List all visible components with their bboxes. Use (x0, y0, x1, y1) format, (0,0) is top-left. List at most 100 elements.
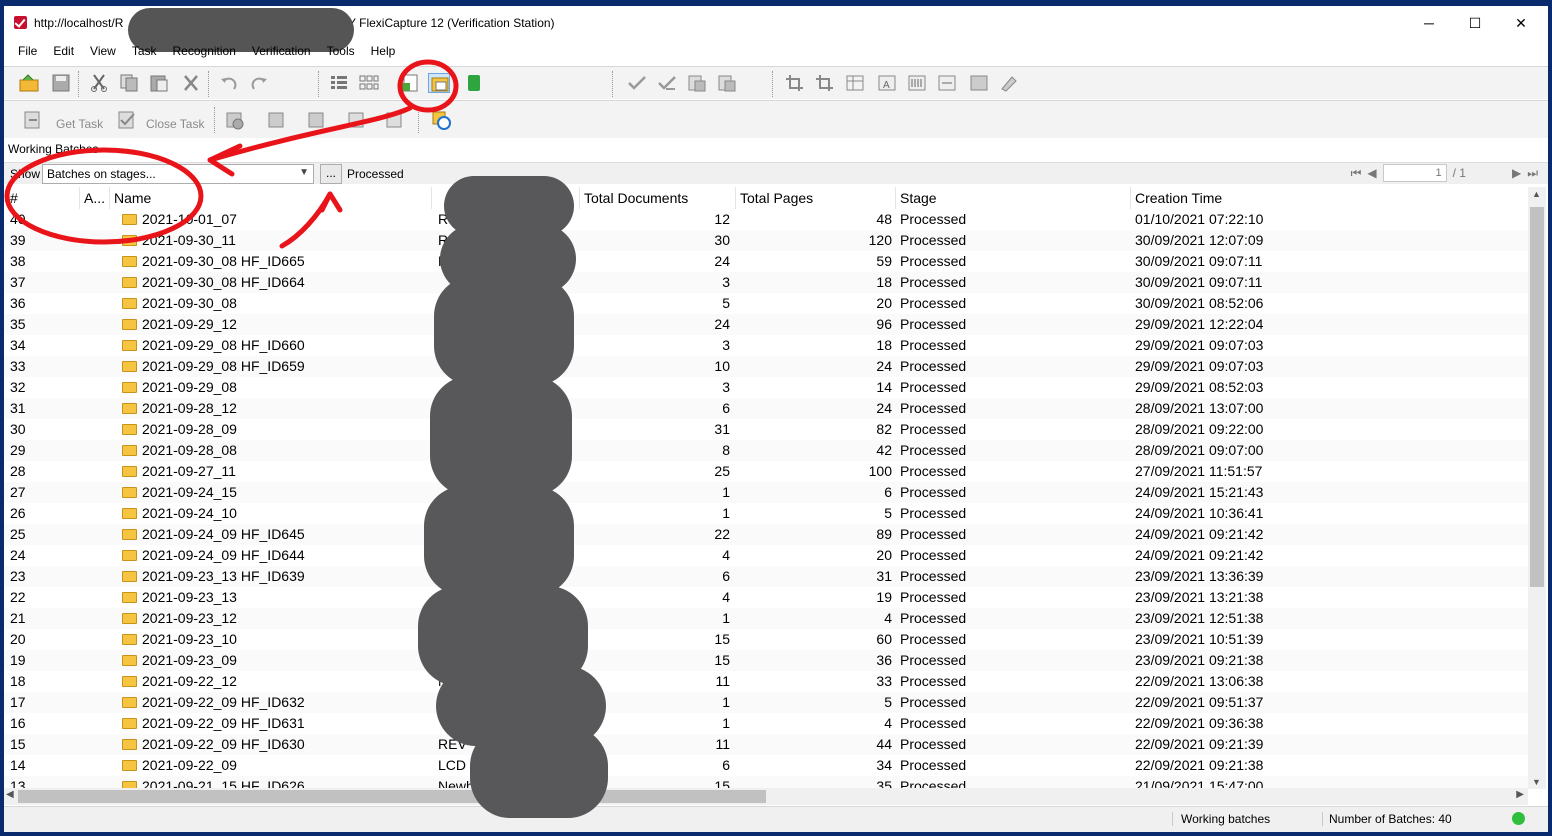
get-task-icon[interactable] (22, 110, 44, 130)
copy-icon[interactable] (118, 73, 140, 93)
scroll-up-icon[interactable]: ▲ (1532, 189, 1541, 199)
table-row[interactable]: 32 2021-09-29_08 3 14 Processed 29/09/2021 08… (4, 377, 1528, 398)
schedule-icon[interactable] (430, 110, 452, 130)
task-lock-icon[interactable] (306, 110, 328, 130)
paste-icon[interactable] (148, 73, 170, 93)
details-view-icon[interactable] (328, 73, 350, 93)
batch-name: 2021-09-23_12 (122, 608, 422, 629)
task-check-icon[interactable] (384, 110, 406, 130)
horizontal-scroll-thumb[interactable] (18, 790, 766, 803)
table-row[interactable]: 20 2021-09-23_10 15 60 Processed 23/09/2021 1… (4, 629, 1528, 650)
task-settings-icon[interactable] (224, 110, 246, 130)
batch-filter-dropdown[interactable]: Batches on stages... ▼ (42, 164, 314, 184)
scroll-left-icon[interactable]: ◀ (6, 789, 14, 800)
cut-icon[interactable] (88, 73, 110, 93)
first-page-icon[interactable]: ⏮ (1351, 166, 1362, 181)
batch-properties-icon[interactable] (428, 73, 450, 93)
table-icon[interactable] (844, 73, 866, 93)
table-row[interactable]: 302021-09-28_09nts3182Processed28/09/202… (4, 419, 1528, 440)
last-page-icon[interactable]: ⏭ (1527, 166, 1538, 181)
table-row[interactable]: 17 2021-09-22_09 HF_ID632 1 5 Processed 22/09… (4, 692, 1528, 713)
col-creation-time[interactable]: Creation Time (1131, 187, 1528, 209)
table-row[interactable]: 19 2021-09-23_09 15 36 Processed 23/09/2021 0… (4, 650, 1528, 671)
table-row[interactable]: 24 2021-09-24_09 HF_ID644 4 20 Processed 24/0… (4, 545, 1528, 566)
creation-time: 28/09/2021 09:07:00 (1135, 442, 1264, 458)
prev-page-icon[interactable]: ◀ (1367, 166, 1376, 180)
export-icon[interactable] (686, 73, 708, 93)
table-row[interactable]: 182021-09-22_12Ne1133Processed22/09/2021… (4, 671, 1528, 692)
col-number[interactable]: # (6, 187, 80, 209)
table-row[interactable]: 29 2021-09-28_08 8 42 Processed 28/09/2021 09… (4, 440, 1528, 461)
task-route-icon[interactable] (266, 110, 288, 130)
menu-edit[interactable]: Edit (45, 42, 82, 64)
creation-time: 30/09/2021 09:07:11 (1135, 274, 1263, 290)
select-stages-button[interactable]: ... (320, 164, 342, 184)
crop-icon[interactable] (784, 73, 806, 93)
row-number: 24 (10, 547, 26, 563)
close-task-button[interactable]: Close Task (146, 117, 204, 131)
picture-area-icon[interactable] (968, 73, 990, 93)
table-row[interactable]: 282021-09-27_11Rts25100Processed27/09/20… (4, 461, 1528, 482)
open-icon[interactable] (18, 73, 40, 93)
vertical-scrollbar[interactable]: ▲ ▼ (1528, 187, 1546, 789)
table-row[interactable]: 22 2021-09-23_13 4 19 Processed 23/09/2021 13… (4, 587, 1528, 608)
get-task-button[interactable]: Get Task (56, 117, 103, 131)
menu-view[interactable]: View (82, 42, 124, 64)
crop-area-icon[interactable] (814, 73, 836, 93)
menu-tools[interactable]: Tools (319, 42, 363, 64)
menu-verification[interactable]: Verification (244, 42, 319, 64)
table-row[interactable]: 16 2021-09-22_09 HF_ID631 1 4 Processed 22/09… (4, 713, 1528, 734)
table-row[interactable]: 252021-09-24_09 HF_ID645nts2289Processed… (4, 524, 1528, 545)
menu-file[interactable]: File (10, 42, 45, 64)
text-area-icon[interactable]: A (876, 73, 898, 93)
clear-icon[interactable] (998, 73, 1020, 93)
table-row[interactable]: 34 2021-09-29_08 HF_ID660 3 18 Processed 29/0… (4, 335, 1528, 356)
vertical-scroll-thumb[interactable] (1530, 207, 1544, 587)
menu-recognition[interactable]: Recognition (165, 42, 244, 64)
menu-help[interactable]: Help (363, 42, 404, 64)
maximize-button[interactable]: ☐ (1452, 6, 1498, 40)
table-row[interactable]: 382021-09-30_08 HF_ID665Nts2459Processed… (4, 251, 1528, 272)
table-row[interactable]: 21 2021-09-23_12 1 4 Processed 23/09/2021 12:… (4, 608, 1528, 629)
table-row[interactable]: 23 2021-09-23_13 HF_ID639 6 31 Processed 23/0… (4, 566, 1528, 587)
task-edit-icon[interactable] (346, 110, 368, 130)
verify-all-icon[interactable] (656, 73, 678, 93)
page-number-input[interactable]: 1 (1382, 164, 1447, 182)
checkmark-area-icon[interactable] (936, 73, 958, 93)
scroll-down-icon[interactable]: ▼ (1532, 777, 1541, 787)
next-page-icon[interactable]: ▶ (1512, 166, 1521, 180)
col-name[interactable]: Name (110, 187, 432, 209)
table-row[interactable]: 37 2021-09-30_08 HF_ID664 3 18 Processed 30/0… (4, 272, 1528, 293)
total-documents: 31 (714, 421, 730, 437)
send-icon[interactable] (716, 73, 738, 93)
table-row[interactable]: 312021-09-28_12its624Processed28/09/2021… (4, 398, 1528, 419)
col-attributes[interactable]: A... (80, 187, 110, 209)
redo-icon[interactable] (248, 73, 270, 93)
table-row[interactable]: 14 2021-09-22_09 LCD c 6 34 Processed 22/09/20… (4, 755, 1528, 776)
scroll-right-icon[interactable]: ▶ (1516, 789, 1524, 800)
table-row[interactable]: 27 2021-09-24_15 1 6 Processed 24/09/2021 15:… (4, 482, 1528, 503)
col-total-documents[interactable]: Total Documents (580, 187, 736, 209)
table-row[interactable]: 39 2021-09-30_11 R 30 120 Processed 30/09/2021… (4, 230, 1528, 251)
close-button[interactable]: ✕ (1498, 6, 1544, 40)
close-task-icon[interactable] (116, 110, 138, 130)
thumbnails-view-icon[interactable] (358, 73, 380, 93)
menu-task[interactable]: Task (124, 42, 165, 64)
delete-icon[interactable] (180, 73, 202, 93)
green-flag-icon[interactable] (464, 73, 486, 93)
table-row[interactable]: 402021-10-01_07Rts1248Processed01/10/202… (4, 209, 1528, 230)
col-stage[interactable]: Stage (896, 187, 1131, 209)
save-icon[interactable] (50, 73, 72, 93)
col-total-pages[interactable]: Total Pages (736, 187, 896, 209)
minimize-button[interactable]: ─ (1406, 6, 1452, 40)
barcode-area-icon[interactable] (906, 73, 928, 93)
table-row[interactable]: 36 2021-09-30_08 5 20 Processed 30/09/2021 08… (4, 293, 1528, 314)
horizontal-scrollbar[interactable]: ◀ ▶ (4, 788, 1528, 805)
undo-icon[interactable] (218, 73, 240, 93)
table-row[interactable]: 352021-09-29_12Rts2496Processed29/09/202… (4, 314, 1528, 335)
table-row[interactable]: 26 2021-09-24_10 1 5 Processed 24/09/2021 10:… (4, 503, 1528, 524)
verify-icon[interactable] (626, 73, 648, 93)
table-row[interactable]: 15 2021-09-22_09 HF_ID630 REV 11 44 Processed… (4, 734, 1528, 755)
table-row[interactable]: 332021-09-29_08 HF_ID659s1024Processed29… (4, 356, 1528, 377)
batch-document-icon[interactable] (400, 73, 422, 93)
